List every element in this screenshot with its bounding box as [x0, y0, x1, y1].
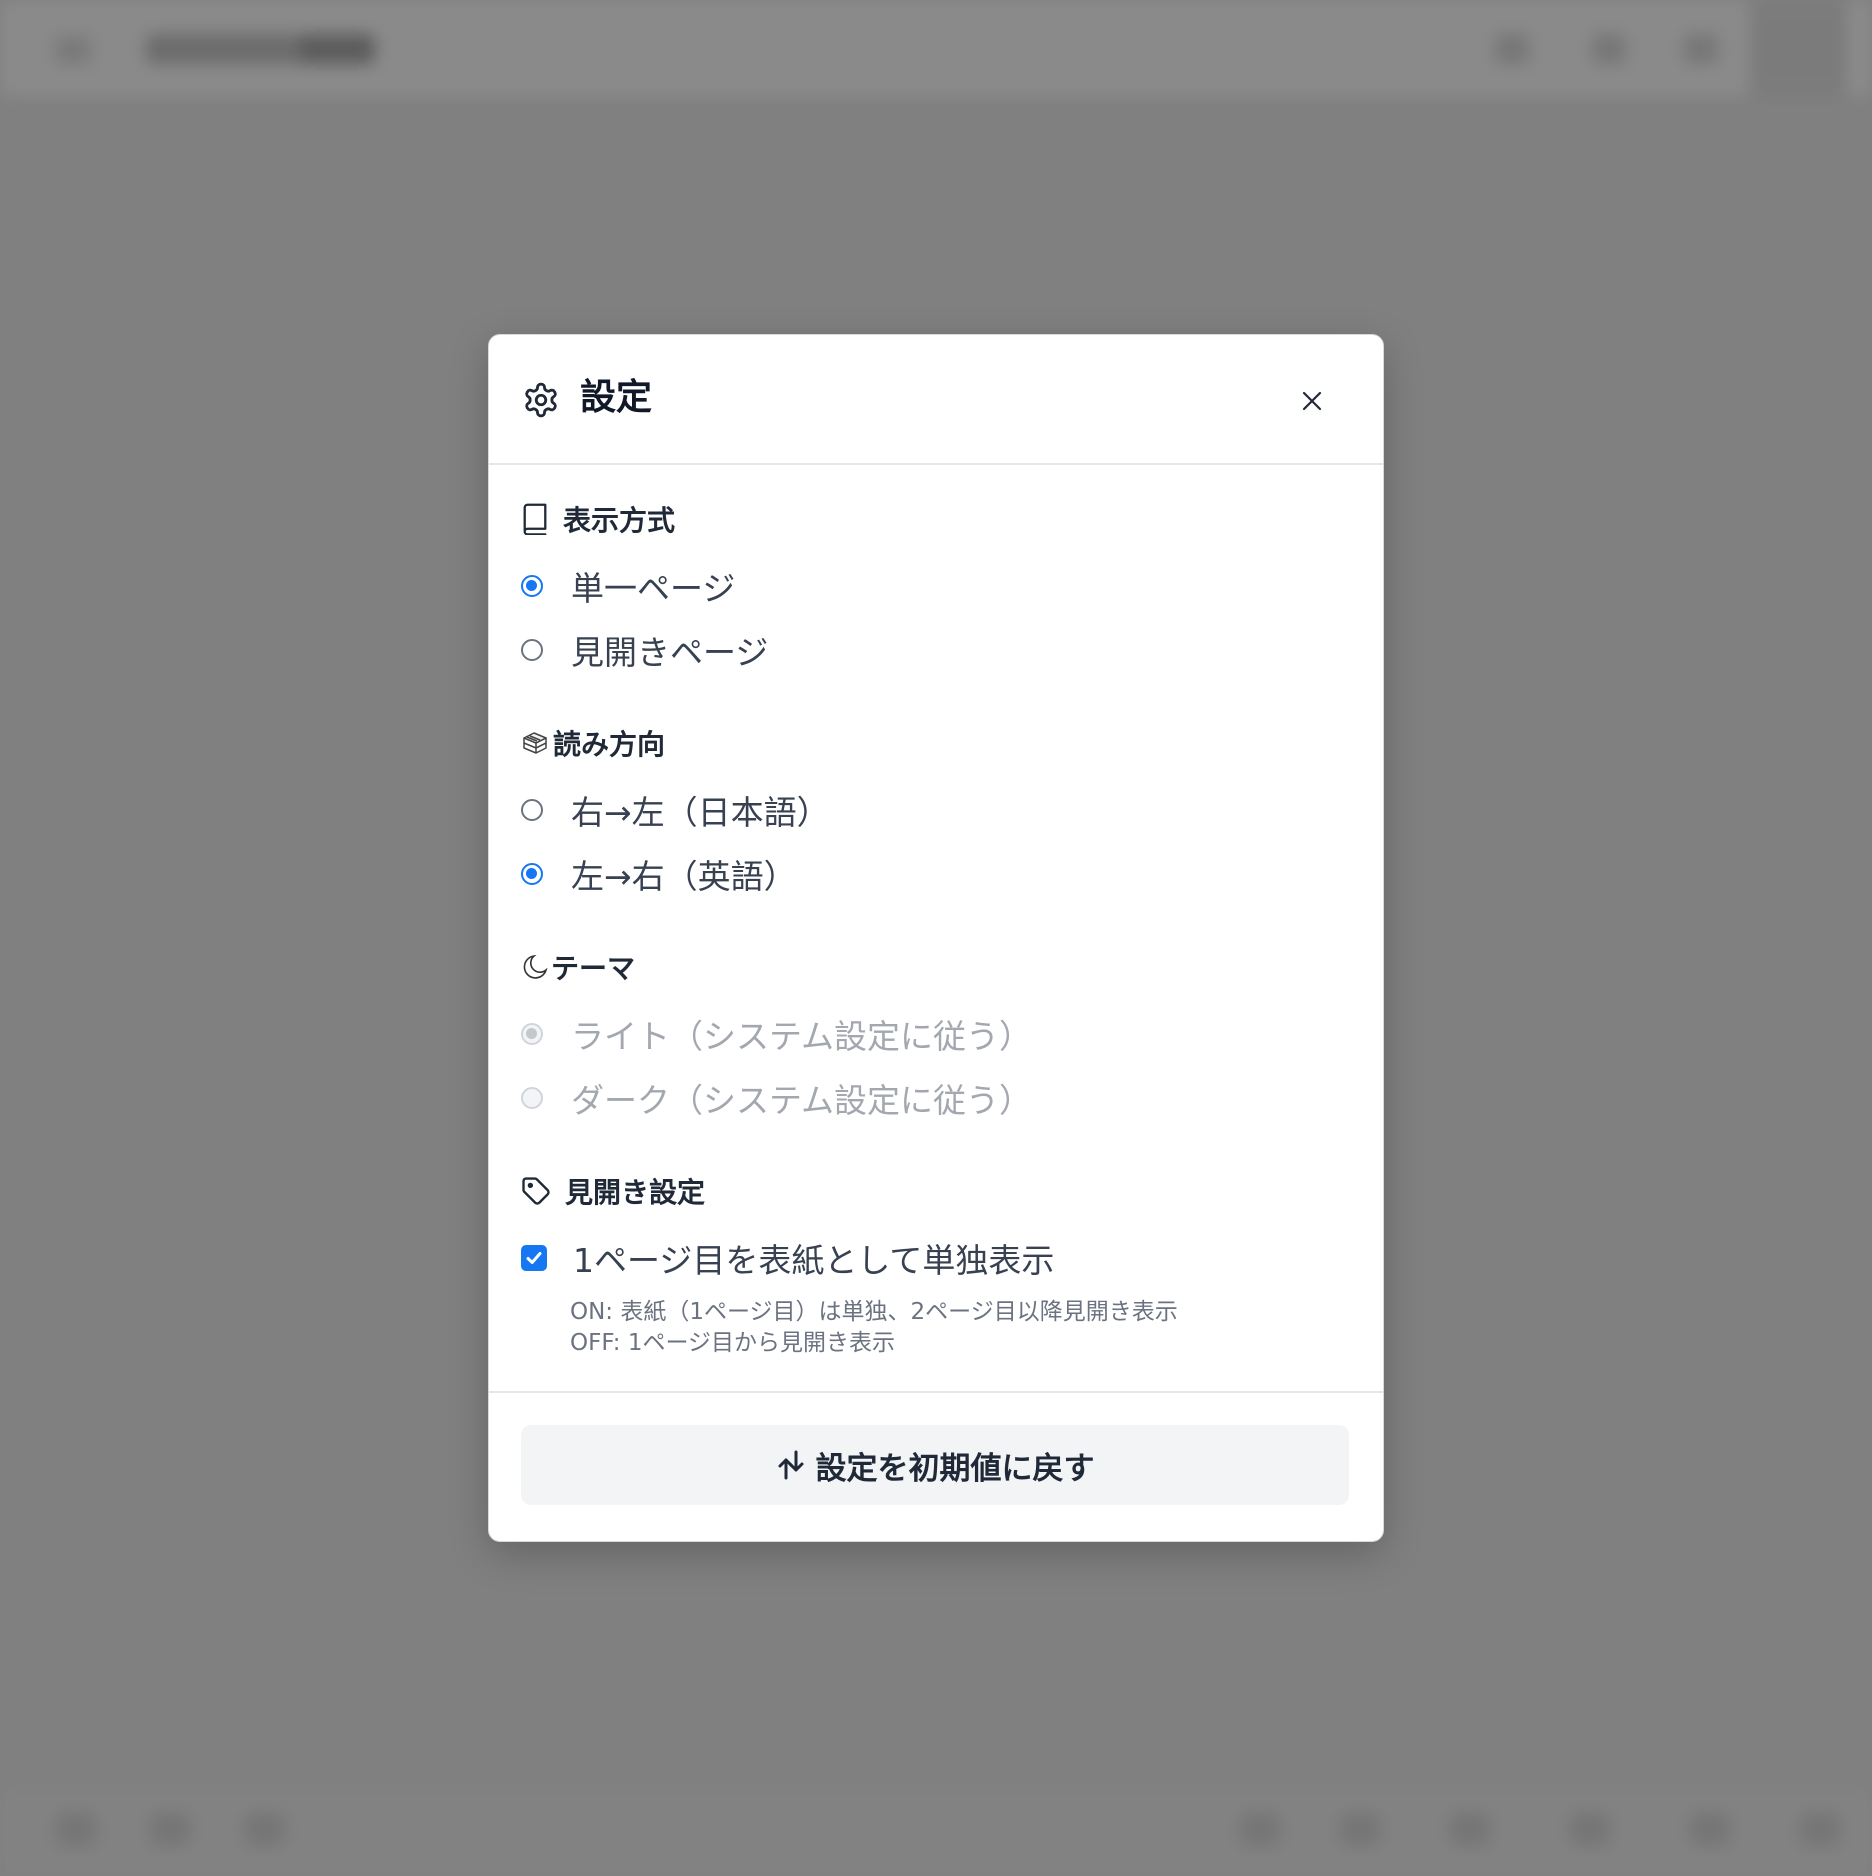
- checkmark-icon: [526, 1252, 542, 1264]
- section-title-reading-direction: 読み方向: [553, 728, 666, 761]
- section-spread-settings: 見開き設定: [521, 1171, 705, 1211]
- background-bottom-button: [1800, 1812, 1840, 1846]
- section-reading-direction: 読み方向: [521, 723, 665, 763]
- reset-arrows-icon: [778, 1450, 803, 1480]
- background-bottom-button: [1690, 1812, 1730, 1846]
- radio-single-page[interactable]: [521, 575, 543, 597]
- background-logo-badge: [300, 34, 375, 64]
- radio-theme-light: [521, 1023, 543, 1045]
- help-text-off: OFF: 1ページ目から見開き表示: [570, 1330, 896, 1356]
- radio-right-to-left[interactable]: [521, 799, 543, 821]
- background-bottom-button: [245, 1812, 285, 1846]
- background-bottom-button: [1450, 1812, 1490, 1846]
- background-bottom-button: [1340, 1812, 1380, 1846]
- background-bottom-button: [150, 1812, 190, 1846]
- checkbox-label: 1ページ目を表紙として単独表示: [573, 1241, 1055, 1280]
- option-single-page[interactable]: 単一ページ: [521, 563, 735, 609]
- reset-settings-button[interactable]: 設定を初期値に戻す: [521, 1425, 1349, 1505]
- background-logo-icon: [55, 36, 91, 64]
- footer-divider: [489, 1391, 1383, 1393]
- tag-icon: [522, 1177, 550, 1205]
- option-theme-dark: ダーク（システム設定に従う）: [521, 1075, 1032, 1121]
- option-label: 左→右（英語）: [571, 857, 797, 896]
- section-display-mode: 表示方式: [521, 499, 675, 539]
- moon-icon: [523, 954, 548, 979]
- background-toolbar-button: [1592, 34, 1626, 64]
- checkbox-cover-single[interactable]: [521, 1245, 547, 1271]
- background-bottom-button: [1570, 1812, 1610, 1846]
- option-right-to-left[interactable]: 右→左（日本語）: [521, 787, 830, 833]
- option-label: ダーク（システム設定に従う）: [571, 1081, 1033, 1120]
- radio-left-to-right[interactable]: [521, 863, 543, 885]
- option-cover-single[interactable]: 1ページ目を表紙として単独表示: [521, 1235, 1054, 1281]
- background-toolbar-button: [1684, 34, 1718, 64]
- option-label: 右→左（日本語）: [571, 793, 830, 832]
- help-text-on: ON: 表紙（1ページ目）は単独、2ページ目以降見開き表示: [570, 1299, 1178, 1325]
- section-title-spread-settings: 見開き設定: [565, 1176, 706, 1209]
- background-toolbar-button: [1495, 34, 1529, 64]
- background-bottom-button: [1240, 1812, 1280, 1846]
- background-bottom-button: [56, 1812, 96, 1846]
- reset-button-label: 設定を初期値に戻す: [815, 1450, 1095, 1487]
- background-logo-text: [146, 34, 316, 64]
- close-button[interactable]: [1290, 379, 1334, 423]
- books-icon: [523, 732, 547, 754]
- section-title-display-mode: 表示方式: [563, 504, 676, 537]
- option-spread-page[interactable]: 見開きページ: [521, 627, 768, 673]
- section-title-theme: テーマ: [551, 952, 636, 985]
- radio-theme-dark: [521, 1087, 543, 1109]
- option-theme-light: ライト（システム設定に従う）: [521, 1011, 1032, 1057]
- dialog-header: 設定: [489, 335, 1383, 465]
- settings-dialog: 設定 表示方式 単一ページ 見開きページ 読み方向 右→左（日本語） 左→右（英…: [488, 334, 1384, 1542]
- gear-icon: [525, 382, 557, 418]
- radio-spread-page[interactable]: [521, 639, 543, 661]
- option-label: 見開きページ: [571, 633, 769, 672]
- background-settings-button: [1750, 0, 1846, 96]
- book-icon: [523, 503, 547, 535]
- close-icon: [1302, 391, 1322, 411]
- option-label: 単一ページ: [571, 569, 736, 608]
- dialog-title: 設定: [580, 377, 653, 418]
- section-theme: テーマ: [521, 947, 635, 987]
- option-label: ライト（システム設定に従う）: [571, 1017, 1033, 1056]
- option-left-to-right[interactable]: 左→右（英語）: [521, 851, 797, 897]
